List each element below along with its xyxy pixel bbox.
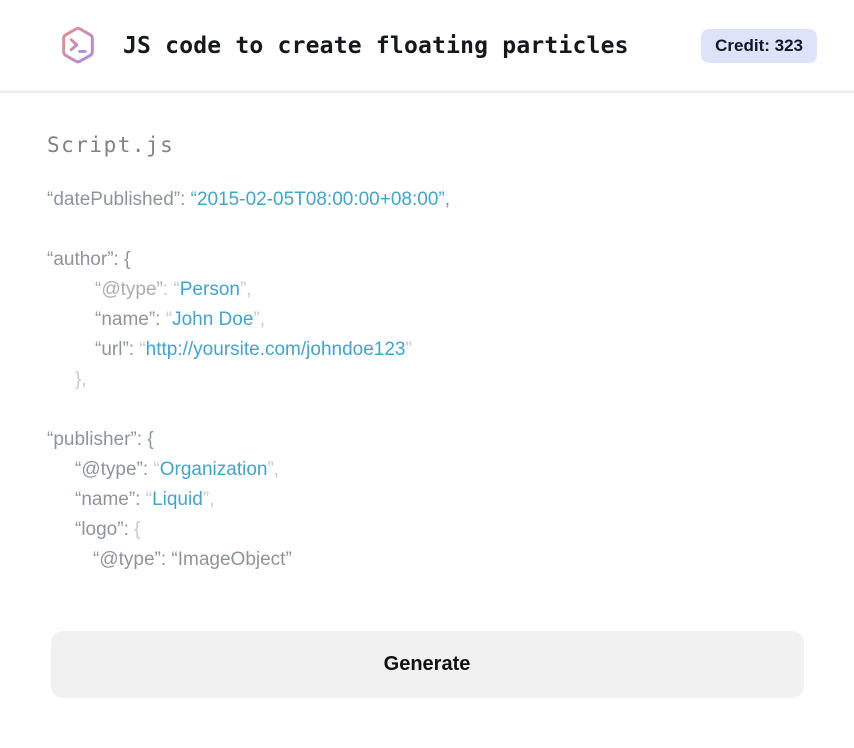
terminal-hexagon-icon [57,25,99,67]
code-line: “author”: { [47,249,131,270]
code-line: }, [75,369,87,390]
code-line: “publisher”: { [47,429,154,450]
code-line: “logo”: { [75,519,141,540]
code-block: “datePublished”: “2015-02-05T08:00:00+08… [47,185,807,575]
code-line: “@type”: “Person”, [95,279,252,300]
code-line: “name”: “Liquid”, [75,489,215,510]
code-line: “url”: “http://yoursite.com/johndoe123” [95,339,412,360]
code-line: “@type”: “Organization”, [75,459,280,480]
generate-button[interactable]: Generate [50,631,804,698]
header: JS code to create floating particles Cre… [0,0,854,93]
filename-label: Script.js [47,133,175,157]
main-content: Script.js “datePublished”: “2015-02-05T0… [0,133,854,698]
credit-badge: Credit: 323 [701,28,817,63]
code-line: “name”: “John Doe”, [95,309,266,330]
code-line: “datePublished”: “2015-02-05T08:00:00+08… [47,189,450,210]
code-line: “@type”: “ImageObject” [93,549,292,570]
page-title: JS code to create floating particles [123,32,629,59]
